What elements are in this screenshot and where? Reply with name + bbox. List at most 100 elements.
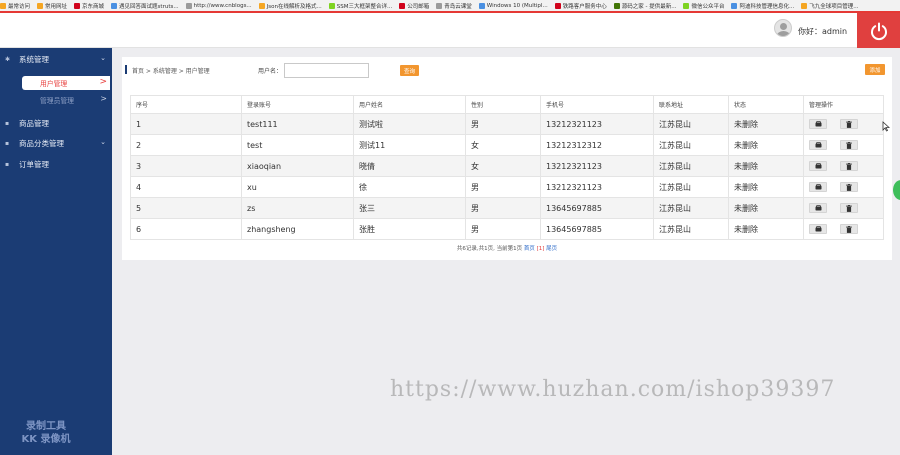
edit-button[interactable] [809, 161, 827, 171]
edit-button[interactable] [809, 224, 827, 234]
sidebar-item-user-management[interactable]: 用户管理 > [22, 76, 110, 90]
bookmark-item[interactable]: Windows 10 (Multipl... [478, 2, 548, 9]
bookmark-label: SSM三大框架整合详... [336, 3, 393, 10]
top-header: 你好：admin [0, 13, 900, 48]
column-header: 管理操作 [803, 95, 884, 114]
last-page-link[interactable]: 尾页 [546, 246, 557, 252]
user-table: 序号 登录账号 用户姓名 性别 手机号 联系地址 状态 管理操作 1 test111 测试啦男 13… [130, 95, 884, 240]
edit-icon [815, 142, 821, 148]
bookmark-label: 青岛云课堂 [444, 3, 472, 10]
cell-account: test [241, 134, 354, 156]
cell-name: 测试11 [353, 134, 466, 156]
sidebar-item-system[interactable]: ✱ 系统管理 ⌄ [0, 52, 112, 66]
cell-phone: 13212321123 [540, 113, 654, 135]
cell-address: 江苏昆山 [653, 155, 729, 177]
add-user-button[interactable]: 添加 [865, 64, 885, 75]
cell-account: xiaoqian [241, 155, 354, 177]
bookmark-favicon-icon [478, 2, 485, 9]
cell-gender: 女 [465, 155, 541, 177]
trash-icon [846, 141, 852, 149]
cell-account: test111 [241, 113, 354, 135]
bookmark-favicon-icon [258, 2, 265, 9]
username-search-input[interactable] [284, 63, 369, 78]
sidebar-item-label: 系统管理 [19, 54, 49, 64]
current-page-link[interactable]: [1] [537, 246, 545, 252]
bookmark-item[interactable]: 铁路客户服务中心 [554, 2, 607, 10]
column-header: 登录账号 [241, 95, 354, 114]
bookmark-item[interactable]: Json在线解析及格式... [258, 2, 322, 10]
chevron-right-icon: > [99, 77, 107, 87]
cell-no: 1 [130, 113, 242, 135]
column-header: 手机号 [540, 95, 654, 114]
bookmark-item[interactable]: 阿迪科技管理信息化... [731, 2, 794, 10]
sidebar-item-label: 商品分类管理 [19, 138, 64, 148]
cell-actions [803, 176, 884, 198]
search-button[interactable]: 查询 [400, 65, 419, 76]
bookmark-favicon-icon [613, 2, 620, 9]
cell-name: 测试啦 [353, 113, 466, 135]
cell-gender: 男 [465, 218, 541, 240]
delete-button[interactable] [840, 140, 858, 150]
sidebar-item-orders[interactable]: ▪ 订单管理 [0, 157, 112, 171]
bookmark-item[interactable]: 飞九全球项目管理... [801, 2, 858, 10]
edit-button[interactable] [809, 203, 827, 213]
delete-button[interactable] [840, 161, 858, 171]
cell-status: 未删除 [728, 176, 804, 198]
bookmark-item[interactable]: 微信公众平台 [683, 2, 724, 10]
bookmark-label: 铁路客户服务中心 [562, 3, 607, 10]
cell-status: 未删除 [728, 113, 804, 135]
table-row: 6 zhangsheng 张胜男 13645697885 江苏昆山 未删除 [130, 218, 884, 240]
bookmark-item[interactable]: 京东商城 [74, 2, 104, 10]
bookmark-item[interactable]: 遇见回答面试题struts... [111, 2, 179, 10]
cell-account: xu [241, 176, 354, 198]
column-header: 性别 [465, 95, 541, 114]
user-avatar[interactable] [774, 19, 792, 37]
logout-button[interactable] [857, 13, 900, 48]
bookmark-favicon-icon [731, 2, 738, 9]
bookmark-item[interactable]: 公司邮箱 [399, 2, 429, 10]
delete-button[interactable] [840, 203, 858, 213]
edit-button[interactable] [809, 119, 827, 129]
table-row: 1 test111 测试啦男 13212321123 江苏昆山 未删除 [130, 113, 884, 135]
sidebar-item-goods[interactable]: ▪ 商品管理 [0, 116, 112, 130]
bookmark-label: 飞九全球项目管理... [809, 3, 859, 10]
cell-gender: 男 [465, 197, 541, 219]
mouse-cursor-icon [882, 121, 890, 132]
bookmark-item[interactable]: SSM三大框架整合详... [328, 2, 393, 10]
edit-button[interactable] [809, 140, 827, 150]
bookmark-item[interactable]: 青岛云课堂 [436, 2, 472, 10]
bookmark-item[interactable]: 源码之家 - 提供最新... [613, 2, 676, 10]
cell-status: 未删除 [728, 134, 804, 156]
bookmark-item[interactable]: 常用网址 [37, 2, 67, 10]
cell-status: 未删除 [728, 197, 804, 219]
sidebar-item-admin-management[interactable]: 管理员管理 > [22, 93, 110, 107]
cell-phone: 13212321123 [540, 176, 654, 198]
sidebar: ✱ 系统管理 ⌄ ▪ 商品管理 ▪ 商品分类管理 ⌄ ▪ 订单管理 录制工具 K… [0, 48, 112, 455]
edit-button[interactable] [809, 182, 827, 192]
floating-help-button[interactable] [893, 180, 900, 200]
bookmark-label: Json在线解析及格式... [266, 3, 322, 10]
table-row: 2 test 测试11 女 13212312312 江苏昆山 未删除 [130, 134, 884, 156]
cell-no: 2 [130, 134, 242, 156]
sidebar-item-category[interactable]: ▪ 商品分类管理 ⌄ [0, 136, 112, 150]
bookmark-favicon-icon [74, 2, 81, 9]
cell-account: zhangsheng [241, 218, 354, 240]
bookmark-label: 常用网址 [45, 3, 68, 10]
grid-icon: ▪ [5, 139, 10, 147]
bookmark-label: 京东商城 [82, 3, 105, 10]
edit-icon [815, 226, 821, 232]
cell-phone: 13645697885 [540, 197, 654, 219]
bookmark-item[interactable]: 最常访问 [0, 2, 30, 10]
cell-actions [803, 134, 884, 156]
edit-icon [815, 184, 821, 190]
delete-button[interactable] [840, 224, 858, 234]
grid-icon: ▪ [5, 160, 10, 168]
delete-button[interactable] [840, 119, 858, 129]
first-page-link[interactable]: 首页 [524, 246, 535, 252]
edit-icon [815, 205, 821, 211]
cell-status: 未删除 [728, 218, 804, 240]
delete-button[interactable] [840, 182, 858, 192]
sidebar-item-label: 订单管理 [19, 159, 49, 169]
bookmark-item[interactable]: http://www.cnblogs... [185, 2, 252, 9]
cell-address: 江苏昆山 [653, 197, 729, 219]
